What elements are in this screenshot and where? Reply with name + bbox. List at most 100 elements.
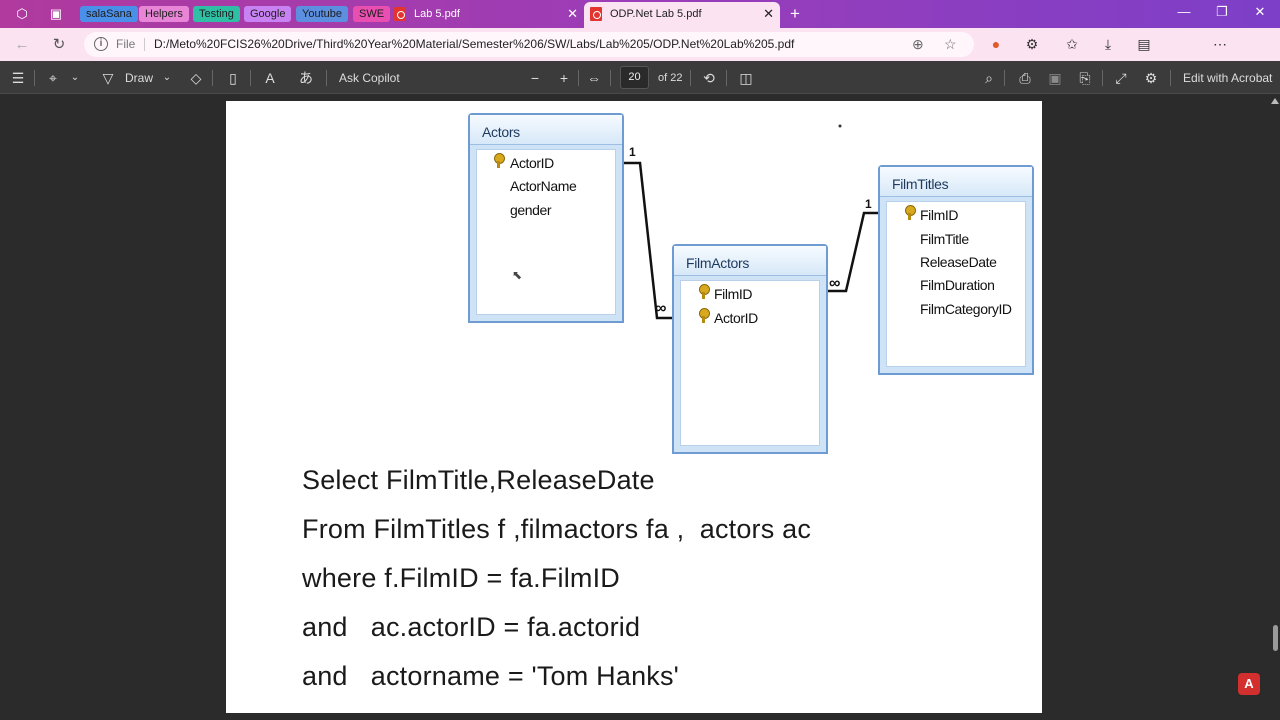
scroll-up-arrow-icon[interactable]: [1271, 98, 1279, 104]
extension-icon[interactable]: ●: [986, 35, 1006, 53]
cardinality-one-filmtitles: 1: [865, 197, 872, 211]
sql-line-and-actorid: and ac.actorID = fa.actorid: [302, 612, 641, 642]
more-menu-icon[interactable]: ⋯: [1210, 35, 1230, 53]
highlight-icon[interactable]: ⌖: [44, 70, 62, 86]
url-field[interactable]: i File D:/Meto%20FCIS26%20Drive/Third%20…: [84, 32, 974, 57]
fit-page-icon[interactable]: ⇔: [585, 70, 603, 86]
eraser-icon[interactable]: ◇: [187, 70, 205, 86]
tab-group-helpers[interactable]: Helpers: [139, 6, 189, 22]
tab-actions-icon[interactable]: ▣: [48, 6, 64, 22]
zoom-out-icon[interactable]: −: [526, 70, 544, 86]
mouse-cursor-icon: ⬉: [512, 268, 523, 282]
page-view-icon[interactable]: ◫: [737, 70, 755, 86]
field-filmid: FilmID: [714, 286, 753, 302]
favorites-icon[interactable]: ✩: [1062, 35, 1082, 53]
table-body: [680, 280, 820, 446]
toolbar-divider: [1102, 70, 1103, 86]
draw-dropdown-icon[interactable]: ⌄: [158, 70, 176, 86]
toolbar-divider: [1004, 70, 1005, 86]
toolbar-divider: [250, 70, 251, 86]
table-body: [476, 149, 616, 315]
primary-key-icon: [905, 205, 916, 220]
cardinality-many-filmactors-left: ∞: [655, 300, 666, 317]
field-filmduration: FilmDuration: [920, 277, 995, 293]
highlight-dropdown-icon[interactable]: ⌄: [66, 70, 84, 86]
toolbar-divider: [34, 70, 35, 86]
restore-icon[interactable]: ❐: [1212, 4, 1232, 20]
toolbar-divider: [212, 70, 213, 86]
scrollbar[interactable]: [1270, 96, 1278, 716]
ask-copilot-button[interactable]: Ask Copilot: [339, 70, 400, 86]
minimize-icon[interactable]: —: [1174, 4, 1194, 19]
toolbar-divider: [690, 70, 691, 86]
pdf-toolbar: ☰ ⌖ ⌄ ▽ Draw ⌄ ◇ ▯ A あ Ask Copilot − + ⇔…: [0, 61, 1280, 94]
page-number-input[interactable]: 20: [620, 66, 649, 89]
toolbar-divider: [726, 70, 727, 86]
cardinality-one-actors: 1: [629, 145, 636, 159]
back-icon[interactable]: ←: [13, 36, 31, 54]
refresh-icon[interactable]: ↻: [50, 36, 68, 54]
text-box-icon[interactable]: ▯: [224, 70, 242, 86]
address-bar: ← ↻ i File D:/Meto%20FCIS26%20Drive/Thir…: [0, 28, 1280, 82]
collections-icon[interactable]: ▤: [1134, 35, 1154, 53]
tab-group-salasana[interactable]: salaSana: [80, 6, 138, 22]
primary-key-icon: [494, 153, 505, 168]
favorite-star-icon[interactable]: ☆: [944, 36, 957, 53]
field-filmcategoryid: FilmCategoryID: [920, 301, 1012, 317]
scrollbar-thumb[interactable]: [1273, 625, 1278, 651]
field-actorid: ActorID: [510, 155, 554, 171]
tab-title: Lab 5.pdf: [414, 8, 460, 20]
draw-label[interactable]: Draw: [125, 70, 153, 86]
tab-group-google[interactable]: Google: [244, 6, 292, 22]
zoom-in-icon[interactable]: +: [555, 70, 573, 86]
settings-icon[interactable]: ⚙: [1142, 70, 1160, 86]
rotate-icon[interactable]: ⟲: [700, 70, 718, 86]
field-actorid: ActorID: [714, 310, 758, 326]
tab-lab5[interactable]: Lab 5.pdf ✕: [388, 2, 584, 28]
close-tab-icon[interactable]: ✕: [567, 2, 578, 26]
acrobat-icon[interactable]: A: [1238, 673, 1260, 695]
tab-group-swe[interactable]: SWE: [353, 6, 391, 22]
translate-icon[interactable]: あ: [297, 70, 315, 86]
table-title: FilmActors: [674, 246, 826, 276]
close-window-icon[interactable]: ✕: [1250, 4, 1270, 20]
table-filmtitles: FilmTitles: [878, 165, 1034, 375]
sql-line-where: where f.FilmID = fa.FilmID: [302, 563, 620, 593]
url-text[interactable]: D:/Meto%20FCIS26%20Drive/Third%20Year%20…: [154, 37, 794, 51]
workspaces-icon[interactable]: ⬡: [14, 6, 30, 22]
field-filmid: FilmID: [920, 207, 959, 223]
zoom-icon[interactable]: ⊕: [912, 36, 924, 53]
table-title: FilmTitles: [880, 167, 1032, 197]
tab-odp-net-lab5[interactable]: ODP.Net Lab 5.pdf ✕: [584, 2, 780, 28]
field-actorname: ActorName: [510, 178, 577, 194]
save-icon[interactable]: ▣: [1046, 70, 1064, 86]
table-actors: Actors: [468, 113, 624, 323]
save-as-icon[interactable]: ⎘: [1076, 70, 1094, 86]
page-total: of 22: [658, 72, 683, 84]
tab-group-youtube[interactable]: Youtube: [296, 6, 348, 22]
sql-line-from: From FilmTitles f ,filmactors fa , actor…: [302, 514, 812, 544]
info-icon[interactable]: i: [94, 37, 108, 51]
close-tab-icon[interactable]: ✕: [763, 2, 774, 26]
primary-key-icon: [699, 308, 710, 323]
extensions-puzzle-icon[interactable]: ⚙: [1022, 35, 1042, 53]
primary-key-icon: [699, 284, 710, 299]
toolbar-divider: [610, 70, 611, 86]
field-filmtitle: FilmTitle: [920, 231, 969, 247]
print-icon[interactable]: ⎙: [1016, 70, 1034, 86]
url-separator: [144, 38, 145, 51]
fullscreen-icon[interactable]: ⤢: [1112, 70, 1130, 86]
read-aloud-icon[interactable]: A: [261, 70, 279, 86]
contents-icon[interactable]: ☰: [9, 70, 27, 86]
toolbar-divider: [578, 70, 579, 86]
tab-group-testing[interactable]: Testing: [193, 6, 240, 22]
url-protocol: File: [116, 37, 136, 51]
toolbar-divider: [326, 70, 327, 86]
draw-icon[interactable]: ▽: [99, 70, 117, 86]
downloads-icon[interactable]: ⤓: [1098, 35, 1118, 53]
edit-with-acrobat-button[interactable]: Edit with Acrobat: [1183, 70, 1272, 86]
table-title: Actors: [470, 115, 622, 145]
toolbar-divider: [1170, 70, 1171, 86]
new-tab-icon[interactable]: +: [787, 5, 803, 22]
search-icon[interactable]: ⌕: [980, 70, 998, 86]
